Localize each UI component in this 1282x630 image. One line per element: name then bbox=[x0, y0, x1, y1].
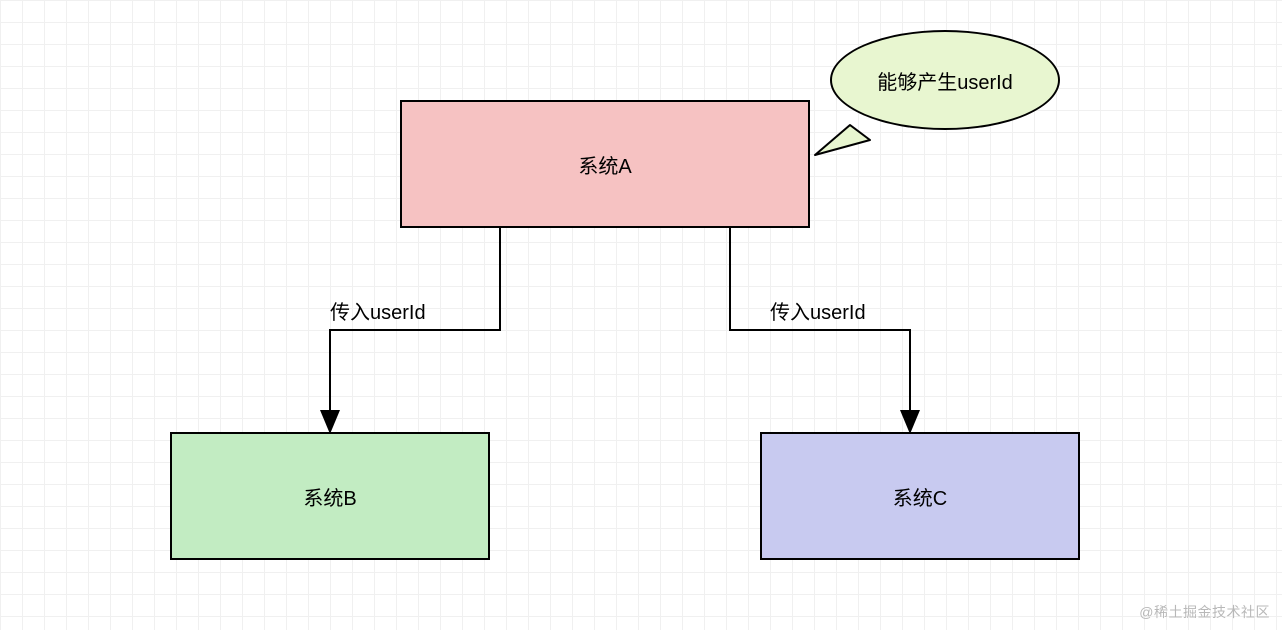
speech-tail bbox=[815, 125, 870, 155]
edge-label-a-to-c: 传入userId bbox=[770, 296, 866, 325]
edge-a-to-b bbox=[330, 228, 500, 430]
node-system-a-label: 系统A bbox=[578, 150, 631, 179]
edge-a-to-c bbox=[730, 228, 910, 430]
node-system-c-label: 系统C bbox=[893, 482, 947, 511]
node-system-a: 系统A bbox=[400, 100, 810, 228]
watermark-text: @稀土掘金技术社区 bbox=[1139, 602, 1270, 622]
edge-label-a-to-b: 传入userId bbox=[330, 296, 426, 325]
node-system-b: 系统B bbox=[170, 432, 490, 560]
node-system-b-label: 系统B bbox=[303, 482, 356, 511]
node-system-c: 系统C bbox=[760, 432, 1080, 560]
speech-bubble-userid: 能够产生userId bbox=[830, 30, 1060, 130]
speech-bubble-text: 能够产生userId bbox=[877, 66, 1013, 95]
